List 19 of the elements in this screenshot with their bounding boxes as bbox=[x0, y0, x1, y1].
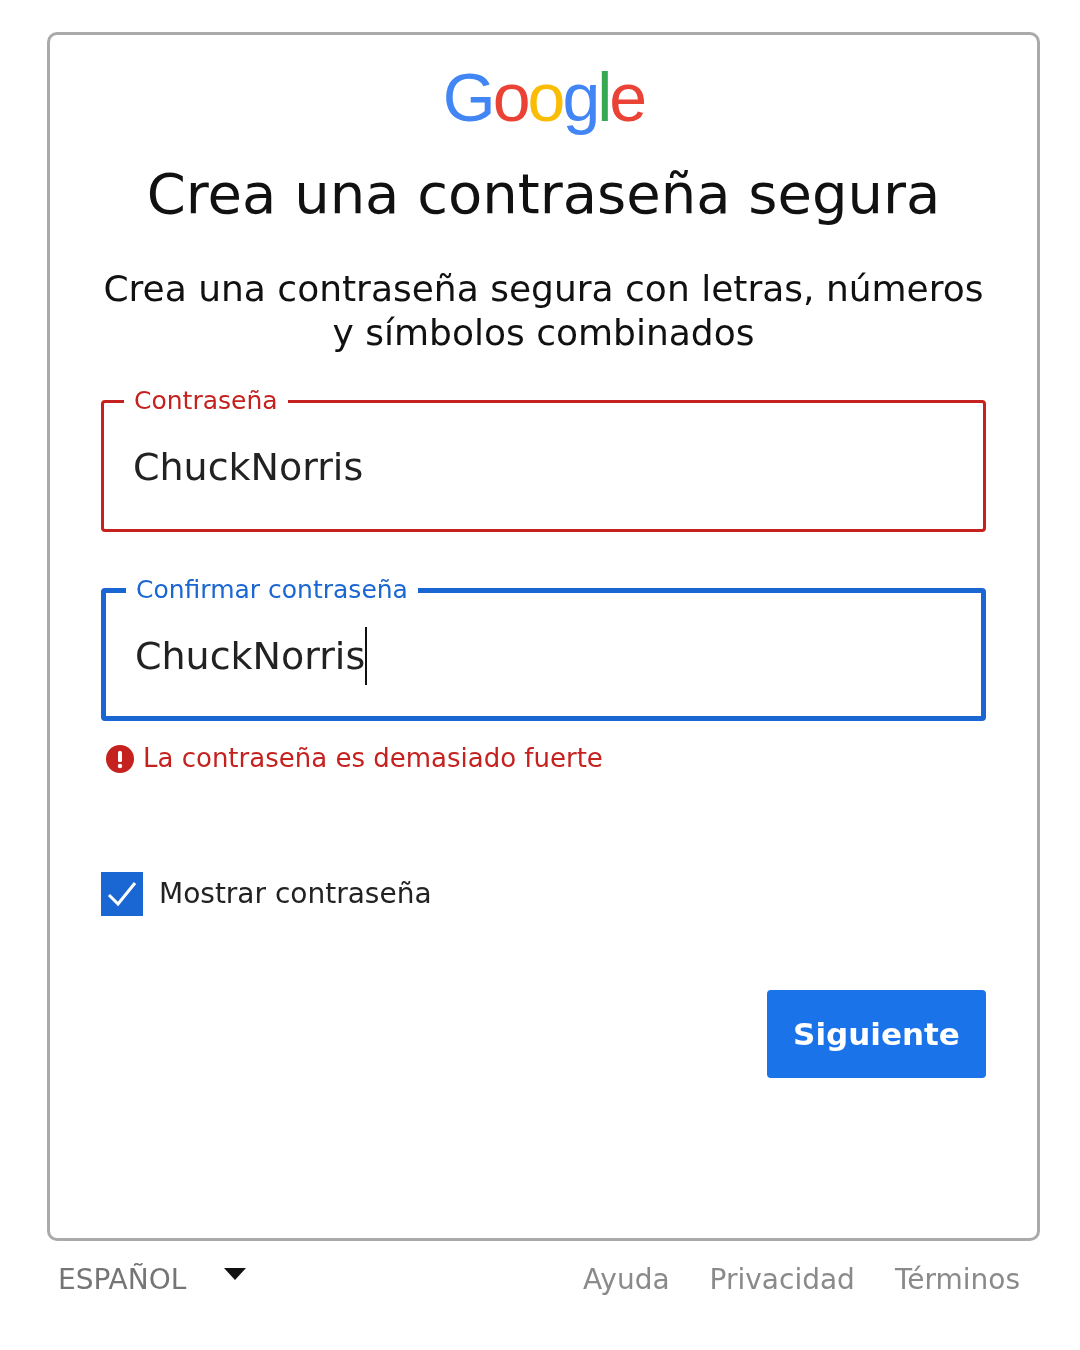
error-icon bbox=[105, 743, 135, 774]
field-label: Contraseña bbox=[133, 385, 279, 417]
footer-link[interactable]: Términos bbox=[894, 1259, 1020, 1301]
footer-link[interactable]: Privacidad bbox=[709, 1259, 855, 1301]
show-password-checkbox[interactable] bbox=[101, 872, 143, 916]
language-selector[interactable]: ESPAÑOL bbox=[58, 1259, 247, 1301]
error-message: La contraseña es demasiado fuerte bbox=[143, 742, 603, 775]
field-label: Confirmar contraseña bbox=[135, 574, 409, 606]
google-logo: Google bbox=[442, 58, 645, 137]
page-subtitle: Crea una contraseña segura con letras, números y símbolos combinados bbox=[102, 267, 985, 355]
dropdown-caret-icon bbox=[224, 1268, 247, 1280]
next-button[interactable]: Siguiente bbox=[767, 990, 986, 1078]
text-cursor bbox=[365, 627, 368, 685]
page-title: Crea una contraseña segura bbox=[146, 160, 941, 228]
footer-link[interactable]: Ayuda bbox=[583, 1259, 670, 1301]
show-password-label: Mostrar contraseña bbox=[159, 876, 432, 912]
field-value: ChuckNorris bbox=[133, 443, 364, 491]
checkmark-icon bbox=[106, 880, 138, 908]
field-value: ChuckNorris bbox=[135, 632, 366, 680]
